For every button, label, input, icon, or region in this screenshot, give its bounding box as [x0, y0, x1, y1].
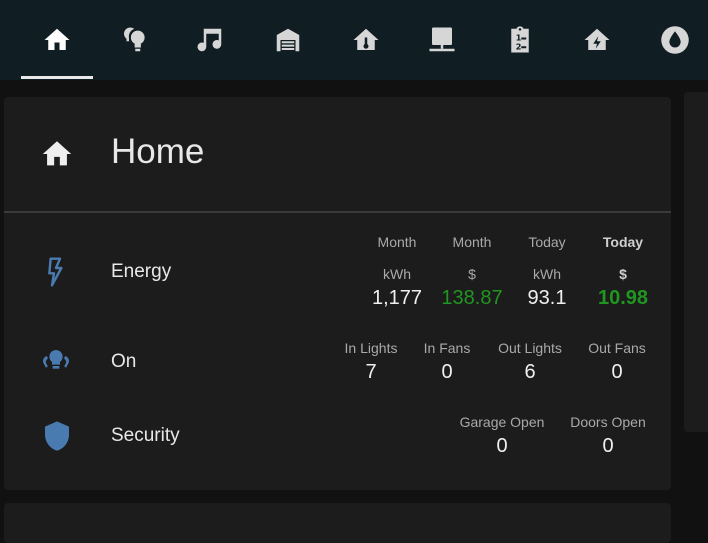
attr-out-lights: Out Lights 6 — [485, 340, 575, 384]
attr-header: Out Lights — [498, 340, 562, 356]
attr-value: 0 — [602, 435, 614, 457]
attr-value: 0 — [496, 435, 508, 457]
row-label-energy[interactable]: Energy — [111, 261, 171, 283]
attr-today-cost: Today $ 10.98 — [578, 234, 668, 310]
attr-in-fans: In Fans 0 — [402, 340, 492, 384]
attr-value: 6 — [524, 361, 536, 383]
tab-home[interactable] — [21, 0, 93, 80]
garage-icon — [276, 28, 300, 52]
attr-header: Garage Open — [459, 414, 545, 430]
clipboard-list-icon: 1 2 — [511, 26, 529, 53]
tab-garage[interactable] — [252, 0, 324, 80]
attr-value: 0 — [611, 361, 623, 383]
attr-header: Today — [602, 234, 644, 250]
next-card — [4, 503, 671, 543]
attr-value: 0 — [441, 361, 453, 383]
lightning-bolt-icon — [48, 257, 63, 287]
lightbulb-group-icon — [124, 27, 145, 52]
row-label-on[interactable]: On — [111, 351, 136, 373]
svg-text:2: 2 — [516, 41, 522, 51]
attr-garage-open: Garage Open 0 — [457, 414, 547, 458]
home-icon — [44, 28, 70, 50]
card-title: Home — [111, 132, 205, 171]
active-tab-indicator — [21, 76, 93, 79]
attr-header: Out Fans — [588, 340, 646, 356]
tab-schedule[interactable]: 1 2 — [484, 0, 556, 80]
tab-lights[interactable] — [98, 0, 170, 80]
attr-unit: $ — [619, 266, 627, 282]
row-label-security[interactable]: Security — [111, 425, 180, 447]
top-tab-bar: 1 2 — [0, 0, 708, 80]
tab-energy[interactable] — [561, 0, 633, 80]
home-lightning-icon — [584, 28, 610, 50]
attr-header: In Fans — [423, 340, 471, 356]
attr-header: Doors Open — [570, 414, 646, 430]
home-icon — [42, 141, 72, 166]
tab-home-thermometer[interactable] — [330, 0, 402, 80]
attr-value: 10.98 — [597, 287, 649, 309]
music-note-icon — [197, 28, 222, 52]
side-card — [684, 92, 708, 432]
home-thermometer-icon — [353, 28, 379, 50]
attr-out-fans: Out Fans 0 — [572, 340, 662, 384]
card-divider — [4, 211, 671, 213]
water-drop-icon — [661, 26, 689, 54]
lightbulb-group-icon — [43, 350, 69, 369]
tab-network[interactable] — [406, 0, 478, 80]
tab-music[interactable] — [174, 0, 246, 80]
shield-icon — [45, 421, 69, 451]
attr-doors-open: Doors Open 0 — [563, 414, 653, 458]
server-network-icon — [429, 27, 455, 52]
tab-water[interactable] — [639, 0, 708, 80]
